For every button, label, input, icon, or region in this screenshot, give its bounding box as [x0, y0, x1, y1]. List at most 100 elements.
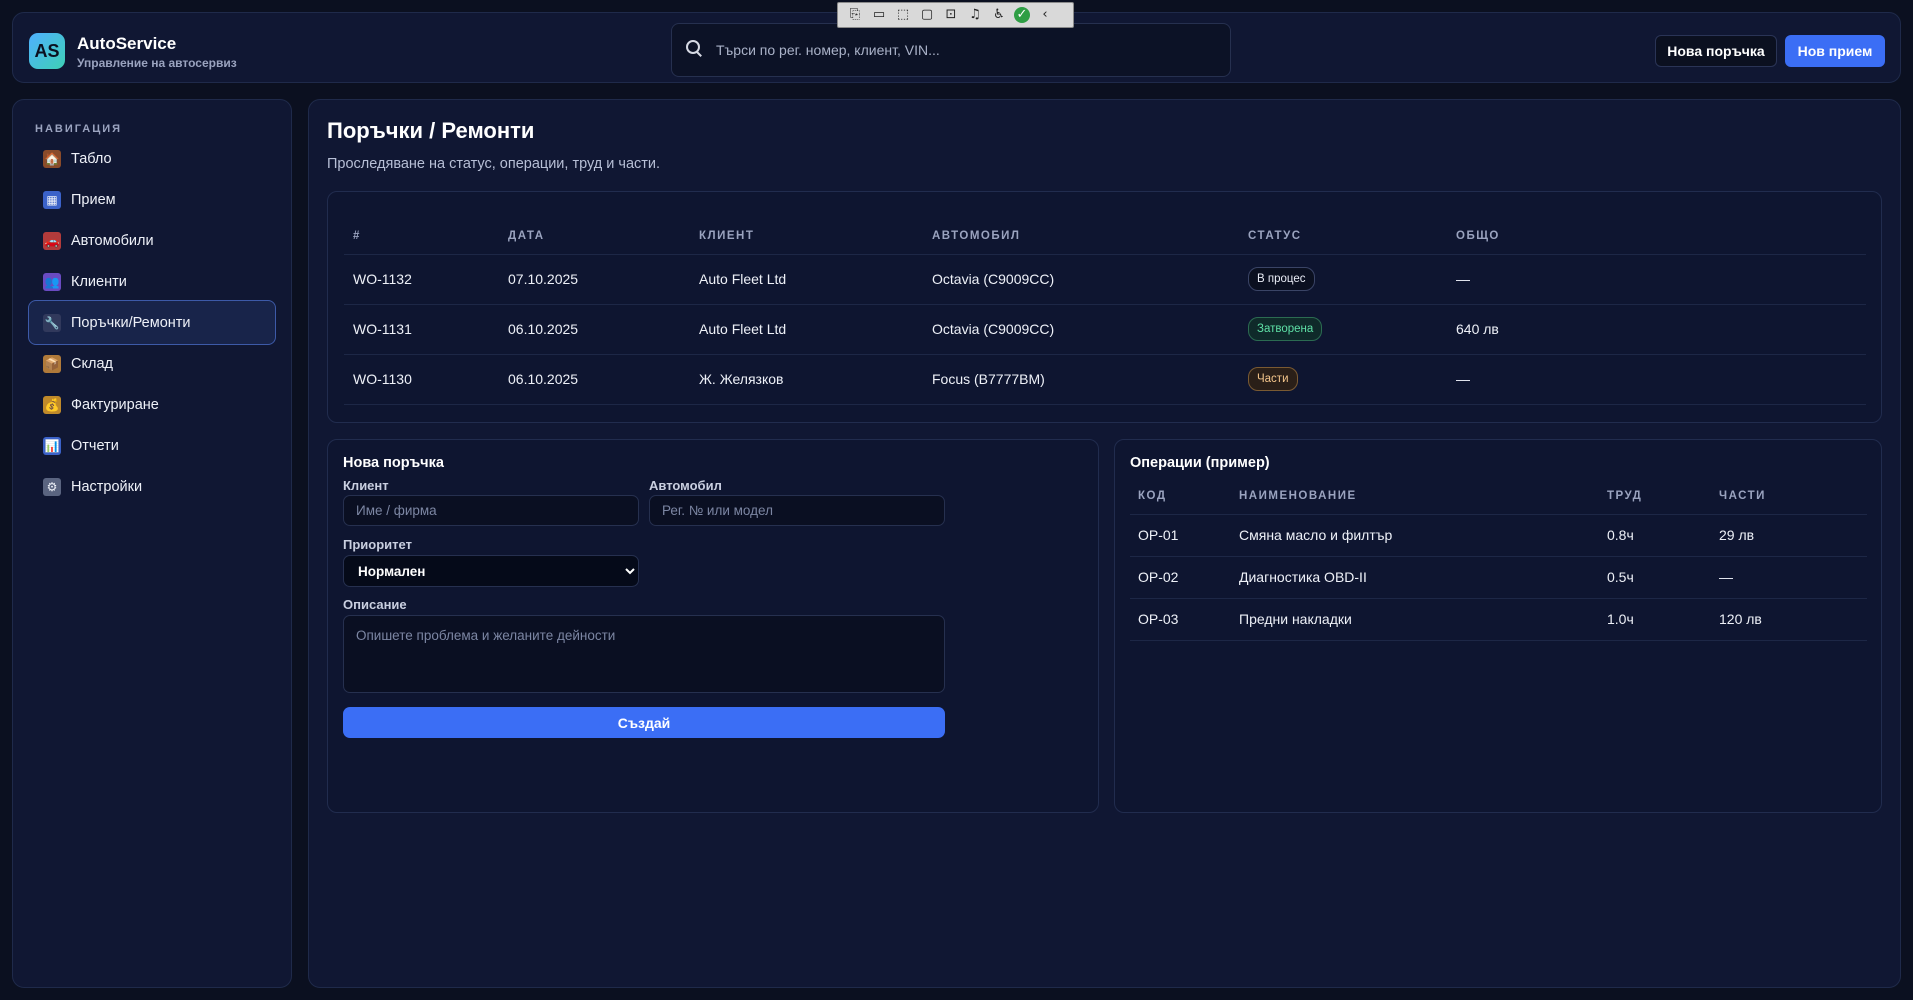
column-header-total[interactable]: ОБЩО [1456, 218, 1866, 255]
operation-code-cell: OP-02 [1130, 556, 1231, 599]
order-date-cell: 06.10.2025 [508, 353, 699, 405]
select-icon[interactable]: ⬚ [894, 7, 912, 23]
order-client-cell: Auto Fleet Ltd [699, 303, 932, 354]
table-row[interactable]: WO-1132 07.10.2025 Auto Fleet Ltd Octavia (… [344, 253, 1866, 304]
box-icon: 📦 [43, 354, 61, 373]
frame-icon[interactable]: ▢ [918, 7, 936, 23]
column-header-client[interactable]: КЛИЕНТ [699, 218, 932, 255]
order-client-cell: Ж. Желязков [699, 353, 932, 405]
accessibility-icon[interactable]: ♿ [990, 7, 1008, 23]
order-total-cell: — [1456, 353, 1866, 405]
sidebar-item-2[interactable]: ▦ Прием [28, 177, 276, 222]
chart-icon: 📊 [43, 436, 61, 455]
new-intake-button[interactable]: Нов прием [1785, 35, 1885, 67]
cursor-icon[interactable]: ⎘ [846, 7, 864, 23]
column-header-status[interactable]: СТАТУС [1248, 218, 1456, 255]
sidebar-item-label: Настройки [71, 478, 143, 495]
table-row[interactable]: WO-1130 06.10.2025 Ж. Желязков Focus (B7777… [344, 353, 1866, 405]
priority-label: Приоритет [343, 537, 412, 552]
sidebar-item-label: Склад [71, 355, 113, 372]
sidebar-item-9[interactable]: ⚙ Настройки [28, 464, 276, 509]
sidebar: НАВИГАЦИЯ 🏠 Табло ▦ Прием 🚗 Автомобили 👥 Клиент… [12, 99, 292, 988]
main-content: Поръчки / Ремонти Проследяване на статус… [308, 99, 1901, 988]
check-icon[interactable]: ✓ [1014, 7, 1030, 23]
sidebar-item-label: Прием [71, 191, 116, 208]
app-logo: AS [29, 33, 65, 69]
sidebar-item-1[interactable]: 🏠 Табло [28, 136, 276, 181]
status-badge: Части [1248, 367, 1298, 391]
order-date-cell: 07.10.2025 [508, 253, 699, 304]
column-header-car[interactable]: АВТОМОБИЛ [932, 218, 1248, 255]
order-date-cell: 06.10.2025 [508, 303, 699, 354]
column-header-code[interactable]: КОД [1130, 478, 1231, 515]
order-car-cell: Focus (B7777BM) [932, 353, 1248, 405]
column-header-parts[interactable]: ЧАСТИ [1711, 478, 1867, 515]
page-subtitle: Проследяване на статус, операции, труд и… [327, 156, 661, 172]
column-header-name[interactable]: НАИМЕНОВАНИЕ [1231, 478, 1599, 515]
sidebar-item-7[interactable]: 💰 Фактуриране [28, 382, 276, 427]
app-title: AutoService [77, 34, 177, 53]
order-id-cell: WO-1131 [344, 303, 508, 354]
orders-card: # ДАТА КЛИЕНТ АВТОМОБИЛ СТАТУС ОБЩО WO-1… [327, 191, 1882, 423]
status-badge: Затворена [1248, 317, 1323, 341]
orders-table: # ДАТА КЛИЕНТ АВТОМОБИЛ СТАТУС ОБЩО WO-1… [344, 218, 1866, 405]
order-client-cell: Auto Fleet Ltd [699, 253, 932, 304]
operation-labor-cell: 0.5ч [1599, 556, 1711, 599]
table-row[interactable]: OP-02 Диагностика OBD-II 0.5ч — [1130, 556, 1867, 599]
order-car-cell: Octavia (C9009CC) [932, 303, 1248, 354]
priority-select[interactable]: Нормален [343, 555, 639, 587]
operation-parts-cell: 120 лв [1711, 598, 1867, 641]
client-label: Клиент [343, 478, 389, 493]
operations-table: КОД НАИМЕНОВАНИЕ ТРУД ЧАСТИ OP-01 Смяна м… [1130, 478, 1867, 641]
create-button[interactable]: Създай [343, 707, 945, 738]
order-car-cell: Octavia (C9009CC) [932, 253, 1248, 304]
order-status-cell: Затворена [1248, 303, 1456, 354]
sidebar-item-4[interactable]: 👥 Клиенти [28, 259, 276, 304]
search-input[interactable] [716, 24, 1216, 76]
order-id-cell: WO-1132 [344, 253, 508, 304]
table-row[interactable]: OP-03 Предни накладки 1.0ч 120 лв [1130, 598, 1867, 641]
table-row[interactable]: OP-01 Смяна масло и филтър 0.8ч 29 лв [1130, 514, 1867, 557]
operation-name-cell: Смяна масло и филтър [1231, 514, 1599, 557]
operation-labor-cell: 0.8ч [1599, 514, 1711, 557]
description-field[interactable] [343, 615, 945, 693]
gear-icon: ⚙ [43, 477, 61, 496]
column-header-id[interactable]: # [344, 218, 508, 255]
sidebar-item-5[interactable]: 🔧 Поръчки/Ремонти [28, 300, 276, 345]
operation-parts-cell: 29 лв [1711, 514, 1867, 557]
camera-icon[interactable]: ▭ [870, 7, 888, 23]
operation-code-cell: OP-03 [1130, 598, 1231, 641]
nav-heading: НАВИГАЦИЯ [35, 123, 123, 135]
new-order-button[interactable]: Нова поръчка [1655, 35, 1777, 67]
operation-parts-cell: — [1711, 556, 1867, 599]
column-header-labor[interactable]: ТРУД [1599, 478, 1711, 515]
order-total-cell: 640 лв [1456, 303, 1866, 354]
operation-code-cell: OP-01 [1130, 514, 1231, 557]
sidebar-item-3[interactable]: 🚗 Автомобили [28, 218, 276, 263]
description-label: Описание [343, 597, 407, 612]
sidebar-item-label: Автомобили [71, 232, 154, 249]
money-bag-icon: 💰 [43, 395, 61, 414]
car-field[interactable] [649, 495, 945, 526]
car-label: Автомобил [649, 478, 722, 493]
new-order-title: Нова поръчка [343, 455, 444, 471]
order-status-cell: В процес [1248, 253, 1456, 304]
column-header-date[interactable]: ДАТА [508, 218, 699, 255]
sidebar-item-label: Клиенти [71, 273, 127, 290]
hover-icon[interactable]: ⊡ [942, 7, 960, 23]
sidebar-item-8[interactable]: 📊 Отчети [28, 423, 276, 468]
sidebar-item-6[interactable]: 📦 Склад [28, 341, 276, 386]
client-field[interactable] [343, 495, 639, 526]
search-box[interactable] [671, 23, 1231, 77]
orders-header-row: # ДАТА КЛИЕНТ АВТОМОБИЛ СТАТУС ОБЩО [344, 218, 1866, 255]
users-icon: 👥 [43, 272, 61, 291]
sidebar-item-label: Поръчки/Ремонти [71, 314, 191, 331]
table-row[interactable]: WO-1131 06.10.2025 Auto Fleet Ltd Octavia (… [344, 303, 1866, 354]
calendar-icon: ▦ [43, 190, 61, 209]
wrench-icon: 🔧 [43, 313, 61, 332]
page-title: Поръчки / Ремонти [327, 118, 535, 143]
sidebar-item-label: Фактуриране [71, 396, 159, 413]
new-order-card: Нова поръчка Клиент Автомобил Приоритет … [327, 439, 1099, 813]
collapse-icon[interactable]: ‹ [1036, 7, 1054, 23]
audio-icon[interactable]: ♫ [966, 7, 984, 23]
